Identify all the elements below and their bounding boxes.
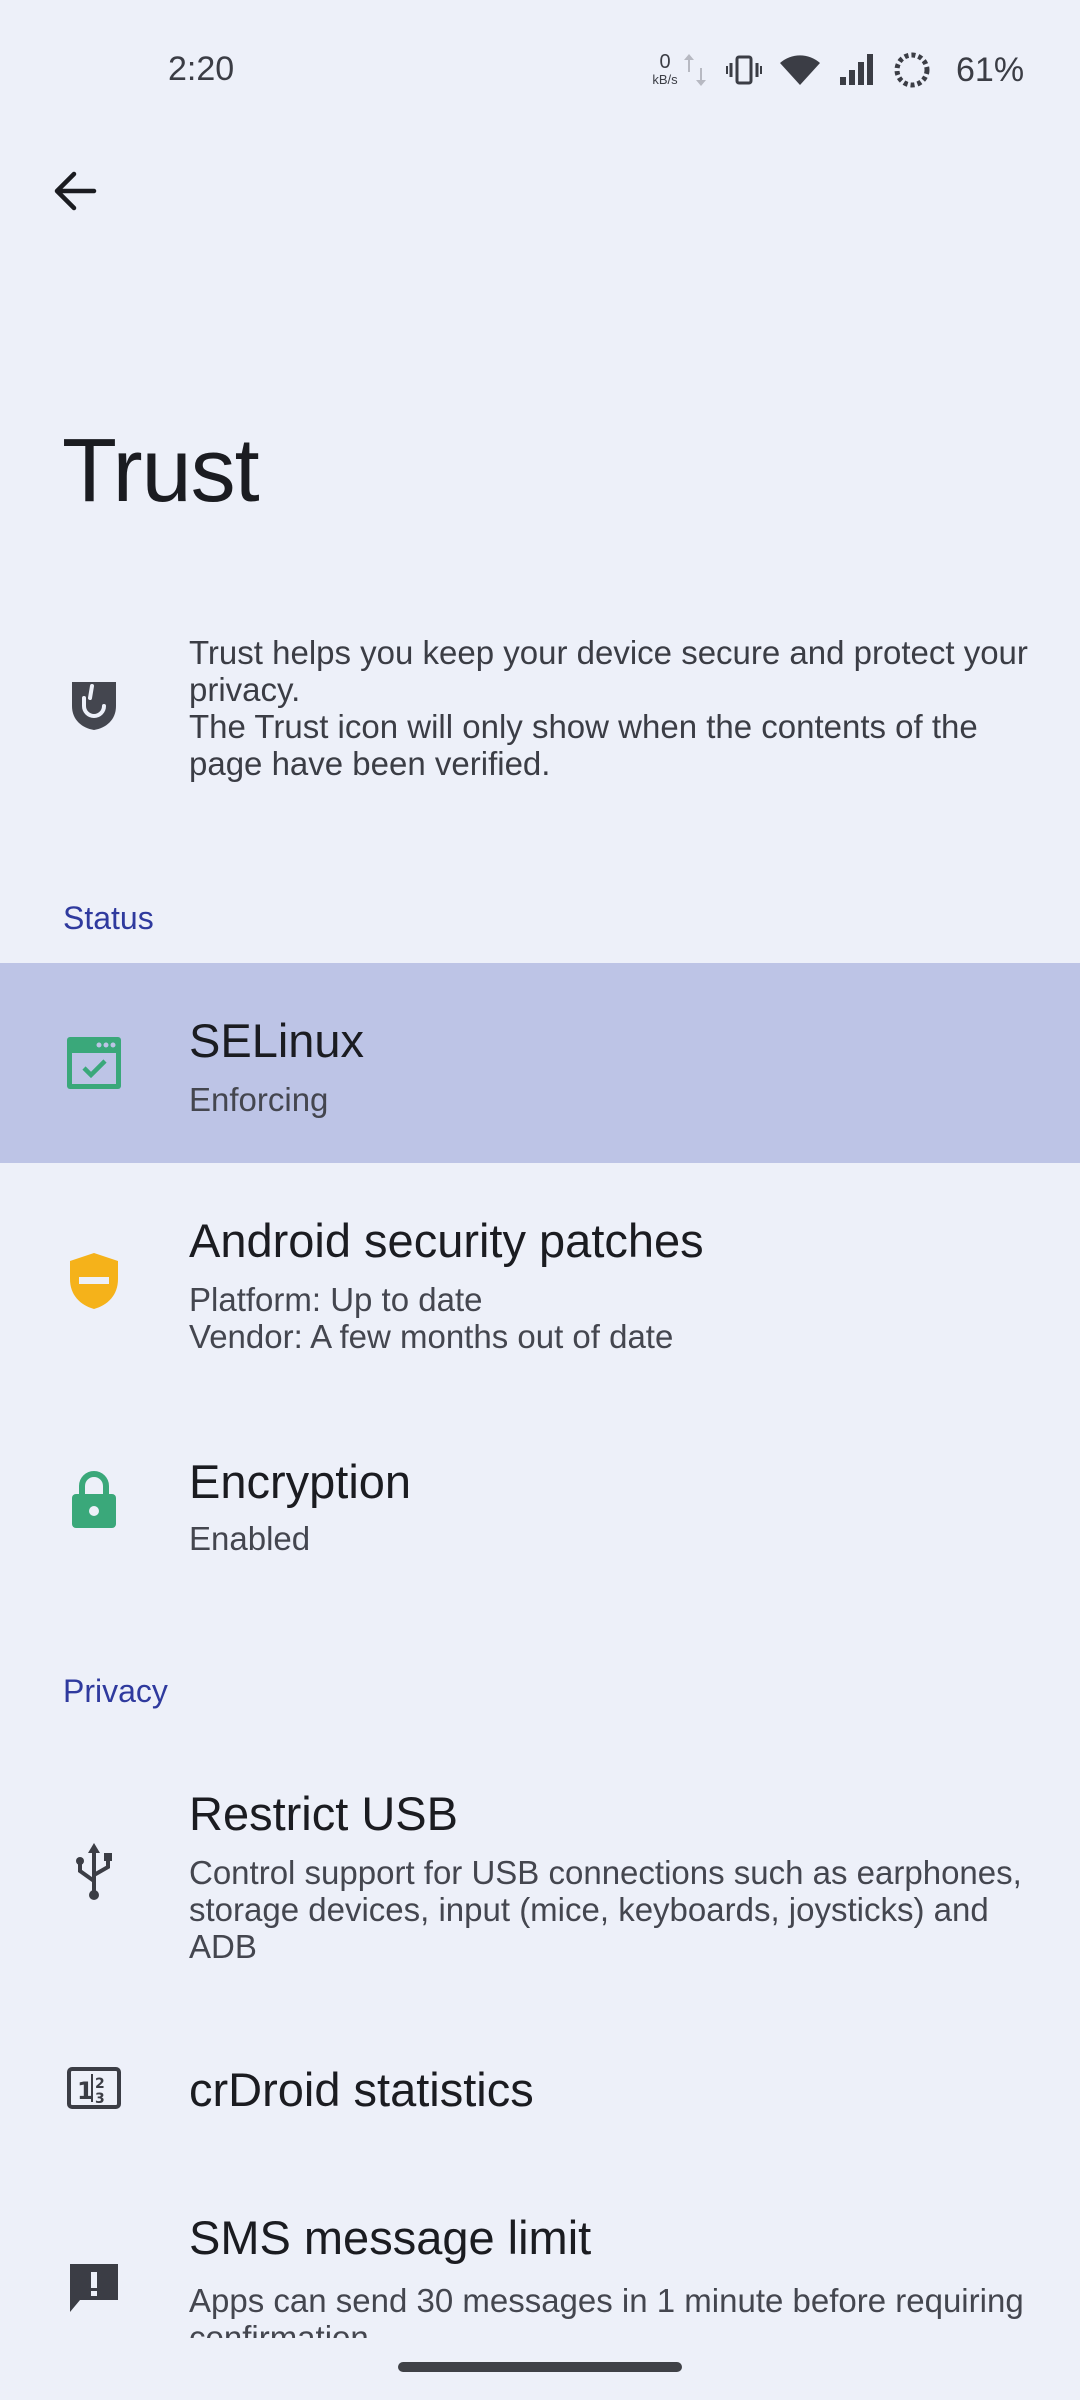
usb-icon bbox=[62, 1840, 126, 1904]
data-arrows-icon bbox=[684, 54, 706, 86]
selinux-item[interactable]: SELinux Enforcing bbox=[0, 963, 1080, 1163]
net-speed: 0 kB/s bbox=[650, 50, 708, 90]
crdroid-statistics-item[interactable]: 1 2 3 crDroid statistics bbox=[0, 2010, 1080, 2170]
net-speed-unit: kB/s bbox=[652, 72, 678, 87]
status-icons: 0 kB/s 61% bbox=[650, 44, 1024, 96]
svg-text:2: 2 bbox=[95, 2076, 105, 2092]
sms-limit-item[interactable]: SMS message limit Apps can send 30 messa… bbox=[0, 2170, 1080, 2338]
shield-warning-icon bbox=[62, 1249, 126, 1313]
battery-percent: 61% bbox=[956, 50, 1025, 89]
selinux-window-check-icon bbox=[62, 1031, 126, 1095]
section-header-privacy: Privacy bbox=[63, 1673, 168, 1709]
vibrate-icon bbox=[726, 55, 762, 85]
section-header-status: Status bbox=[63, 900, 154, 936]
statistics-icon: 1 2 3 bbox=[62, 2056, 126, 2120]
crdroid-statistics-title: crDroid statistics bbox=[189, 2063, 534, 2116]
lock-icon bbox=[62, 1468, 126, 1532]
status-time: 2:20 bbox=[168, 50, 235, 88]
restrict-usb-item[interactable]: Restrict USB Control support for USB con… bbox=[0, 1730, 1080, 2010]
back-button[interactable] bbox=[40, 156, 110, 226]
encryption-summary: Enabled bbox=[189, 1520, 311, 1557]
battery-circle-icon bbox=[894, 52, 930, 88]
intro-description: Trust helps you keep your device secure … bbox=[189, 634, 1029, 782]
selinux-title: SELinux bbox=[189, 1014, 365, 1067]
wifi-icon bbox=[780, 55, 820, 85]
encryption-item[interactable]: Encryption Enabled bbox=[0, 1398, 1080, 1598]
sms-limit-summary: Apps can send 30 messages in 1 minute be… bbox=[189, 2282, 1024, 2338]
sms-limit-title: SMS message limit bbox=[189, 2211, 592, 2264]
sms-alert-icon bbox=[62, 2256, 126, 2320]
page-title: Trust bbox=[62, 421, 260, 521]
security-patches-platform: Platform: Up to date bbox=[189, 1281, 483, 1318]
security-patches-item[interactable]: Android security patches Platform: Up to… bbox=[0, 1163, 1080, 1398]
security-patches-title: Android security patches bbox=[189, 1214, 704, 1267]
net-speed-value: 0 bbox=[659, 51, 671, 73]
cell-signal-icon bbox=[840, 54, 873, 85]
selinux-summary: Enforcing bbox=[189, 1081, 329, 1118]
restrict-usb-summary: Control support for USB connections such… bbox=[189, 1854, 1022, 1965]
security-patches-vendor: Vendor: A few months out of date bbox=[189, 1318, 674, 1355]
arrow-back-icon bbox=[54, 171, 97, 211]
home-indicator[interactable] bbox=[398, 2362, 682, 2372]
svg-text:3: 3 bbox=[95, 2091, 105, 2107]
intro-line-1: Trust helps you keep your device secure … bbox=[189, 634, 1028, 708]
intro-line-2: The Trust icon will only show when the c… bbox=[189, 708, 978, 782]
trust-shield-icon bbox=[62, 672, 126, 736]
encryption-title: Encryption bbox=[189, 1455, 412, 1508]
restrict-usb-title: Restrict USB bbox=[189, 1787, 458, 1840]
